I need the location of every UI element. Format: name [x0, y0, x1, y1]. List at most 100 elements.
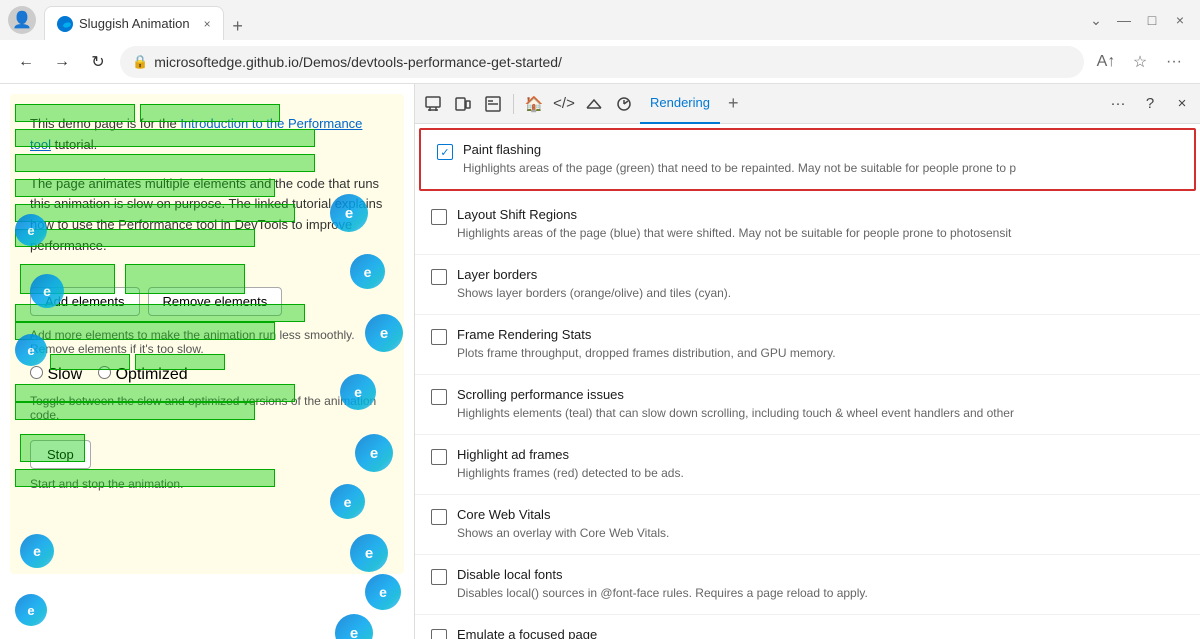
lock-icon: 🔒	[132, 54, 148, 70]
browser-tab[interactable]: Sluggish Animation ×	[44, 6, 224, 40]
profile-icon[interactable]: 👤	[8, 6, 36, 34]
rendering-item-scrolling-perf: Scrolling performance issues Highlights e…	[415, 375, 1200, 435]
rendering-panel-content: Paint flashing Highlights areas of the pa…	[415, 124, 1200, 639]
add-tab-button[interactable]: +	[722, 93, 745, 114]
tab-close-button[interactable]: ×	[204, 17, 211, 31]
rendering-item-title: Frame Rendering Stats	[457, 327, 1184, 342]
page-text-1: This demo page is for the	[30, 116, 180, 131]
url-bar[interactable]: 🔒 microsoftedge.github.io/Demos/devtools…	[120, 46, 1084, 78]
edge-logo-icon: e	[15, 594, 47, 626]
read-aloud-button[interactable]: A↑	[1092, 48, 1120, 76]
refresh-button[interactable]: ↻	[84, 48, 112, 76]
main-area: This demo page is for the Introduction t…	[0, 84, 1200, 639]
home-icon[interactable]: 🏠	[520, 90, 548, 118]
new-tab-button[interactable]: +	[224, 12, 252, 40]
stop-button[interactable]: Stop	[30, 440, 91, 469]
tab-title: Sluggish Animation	[79, 16, 190, 31]
devtools-toolbar-right: ··· ? ×	[1104, 90, 1196, 118]
url-text: microsoftedge.github.io/Demos/devtools-p…	[154, 54, 562, 70]
slow-radio[interactable]	[30, 366, 43, 379]
address-bar-actions: A↑ ☆ ···	[1092, 48, 1188, 76]
rendering-item-title: Core Web Vitals	[457, 507, 1184, 522]
checkbox-scrolling-perf[interactable]	[431, 389, 447, 405]
checkbox-frame-rendering[interactable]	[431, 329, 447, 345]
favorite-button[interactable]: ☆	[1126, 48, 1154, 76]
edge-logo-icon: e	[20, 534, 54, 568]
rendering-item-layout-shift: Layout Shift RegionsHighlights areas of …	[415, 195, 1200, 255]
page-text-2: tutorial.	[51, 137, 97, 152]
devtools-close-button[interactable]: ×	[1168, 90, 1196, 118]
remove-elements-button[interactable]: Remove elements	[148, 287, 283, 316]
rendering-item-paint-flashing: Paint flashing Highlights areas of the pa…	[419, 128, 1196, 191]
add-elements-button[interactable]: Add elements	[30, 287, 140, 316]
checkbox-disable-fonts[interactable]	[431, 569, 447, 585]
edge-logo-icon: e	[350, 254, 385, 289]
start-stop-hint: Start and stop the animation.	[30, 477, 384, 491]
radio-hint: Toggle between the slow and optimized ve…	[30, 394, 384, 422]
optimized-radio-label[interactable]: Optimized	[98, 366, 187, 384]
close-window-button[interactable]: ×	[1168, 8, 1192, 32]
rendering-item-title: Layer borders	[457, 267, 1184, 282]
rendering-item-title: Emulate a focused page	[457, 627, 1184, 639]
network-icon[interactable]	[580, 90, 608, 118]
devtools-more-button[interactable]: ···	[1104, 90, 1132, 118]
rendering-item-desc: Shows layer borders (orange/olive) and t…	[457, 284, 1184, 302]
rendering-item-core-web-vitals: Core Web Vitals Shows an overlay with Cor…	[415, 495, 1200, 555]
checkbox-core-web-vitals[interactable]	[431, 509, 447, 525]
devtools-panel: 🏠 </> Rendering + ··· ? × Paint flashing…	[415, 84, 1200, 639]
speed-toggle: Slow Optimized	[30, 366, 384, 384]
rendering-item-disable-fonts: Disable local fonts Disables local() sour…	[415, 555, 1200, 615]
edge-logo-icon: e	[335, 614, 373, 639]
edge-logo-icon: e	[350, 534, 388, 572]
browser-page: This demo page is for the Introduction t…	[0, 84, 415, 639]
rendering-item-desc: Highlights elements (teal) that can slow…	[457, 404, 1184, 422]
rendering-item-desc: Highlights areas of the page (green) tha…	[463, 159, 1178, 177]
minimize-button[interactable]: —	[1112, 8, 1136, 32]
code-icon[interactable]: </>	[550, 90, 578, 118]
edge-logo-icon: e	[365, 574, 401, 610]
rendering-item-title: Paint flashing	[463, 142, 1178, 157]
rendering-tab[interactable]: Rendering	[640, 84, 720, 124]
checkbox-highlight-ads[interactable]	[431, 449, 447, 465]
rendering-item-title: Highlight ad frames	[457, 447, 1184, 462]
slow-radio-label[interactable]: Slow	[30, 366, 82, 384]
tab-bar: Sluggish Animation × +	[44, 0, 1076, 40]
rendering-item-desc: Shows an overlay with Core Web Vitals.	[457, 524, 1184, 542]
tab-favicon-icon	[57, 16, 73, 32]
device-toolbar-icon[interactable]	[449, 90, 477, 118]
forward-button[interactable]: →	[48, 48, 76, 76]
rendering-item-layer-borders: Layer borders Shows layer borders (orange…	[415, 255, 1200, 315]
rendering-item-desc: Highlights frames (red) detected to be a…	[457, 464, 1184, 482]
rendering-item-title: Scrolling performance issues	[457, 387, 1184, 402]
address-bar: ← → ↻ 🔒 microsoftedge.github.io/Demos/de…	[0, 40, 1200, 84]
rendering-item-desc: Plots frame throughput, dropped frames d…	[457, 344, 1184, 362]
rendering-item-highlight-ads: Highlight ad frames Highlights frames (re…	[415, 435, 1200, 495]
edge-logo-icon: e	[355, 434, 393, 472]
rendering-item-title: Disable local fonts	[457, 567, 1184, 582]
browser-more-button[interactable]: ···	[1160, 48, 1188, 76]
performance-icon[interactable]	[610, 90, 638, 118]
devtools-toolbar: 🏠 </> Rendering + ··· ? ×	[415, 84, 1200, 124]
dropdown-button[interactable]: ⌄	[1084, 8, 1108, 32]
toolbar-divider-1	[513, 94, 514, 114]
rendering-item-focused-page: Emulate a focused pageEmulates a focused…	[415, 615, 1200, 639]
elements-hint: Add more elements to make the animation …	[30, 328, 384, 356]
devtools-help-button[interactable]: ?	[1136, 90, 1164, 118]
page-intro: This demo page is for the Introduction t…	[30, 114, 384, 156]
back-button[interactable]: ←	[12, 48, 40, 76]
page-action-buttons: Add elements Remove elements	[30, 287, 384, 316]
inspect-element-icon[interactable]	[419, 90, 447, 118]
checkbox-paint-flashing[interactable]	[437, 144, 453, 160]
window-controls: ⌄ — □ ×	[1084, 8, 1192, 32]
page-inner: This demo page is for the Introduction t…	[10, 94, 404, 574]
optimized-radio[interactable]	[98, 366, 111, 379]
page-description: The page animates multiple elements and …	[30, 174, 384, 257]
checkbox-layout-shift[interactable]	[431, 209, 447, 225]
checkbox-focused-page[interactable]	[431, 629, 447, 639]
console-icon[interactable]	[479, 90, 507, 118]
checkbox-layer-borders[interactable]	[431, 269, 447, 285]
rendering-item-frame-rendering: Frame Rendering Stats Plots frame through…	[415, 315, 1200, 375]
rendering-item-desc: Highlights areas of the page (blue) that…	[457, 224, 1184, 242]
maximize-button[interactable]: □	[1140, 8, 1164, 32]
rendering-item-desc: Disables local() sources in @font-face r…	[457, 584, 1184, 602]
